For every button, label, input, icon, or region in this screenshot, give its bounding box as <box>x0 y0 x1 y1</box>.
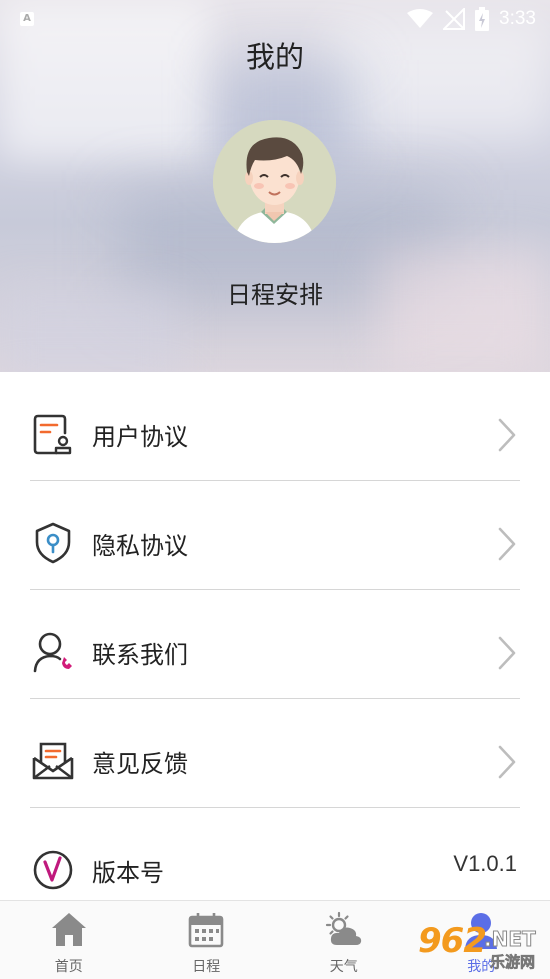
weather-icon <box>325 911 361 945</box>
header-background-blur <box>380 250 550 370</box>
chevron-right-icon <box>498 418 516 452</box>
chevron-right-icon <box>498 527 516 561</box>
privacy-shield-icon <box>35 522 71 564</box>
no-signal-icon <box>443 8 466 30</box>
chevron-right-icon <box>498 636 516 670</box>
tab-weather[interactable]: 天气 <box>275 901 413 979</box>
calendar-icon <box>188 913 224 948</box>
home-icon <box>51 913 86 946</box>
watermark-number: 962 <box>418 921 487 961</box>
status-bar: A 3:33 <box>0 0 550 38</box>
battery-charging-icon <box>475 7 490 31</box>
tab-label: 首页 <box>54 959 83 975</box>
settings-menu: 用户协议 隐私协议 联系我们 意见反馈 版本号 V1.0.1 <box>0 372 550 917</box>
app-screen: A 3:33 我的 日程安排 用户协议 隐私协议 联系我们 意见反馈 版本号 V… <box>0 0 550 979</box>
page-title: 我的 <box>245 40 304 74</box>
contact-user-icon <box>33 632 72 673</box>
watermark-sub: 乐游网 <box>490 953 536 972</box>
user-agreement-icon <box>33 414 72 455</box>
menu-item-label: 隐私协议 <box>92 532 188 560</box>
user-name: 日程安排 <box>227 281 323 309</box>
menu-item-feedback[interactable]: 意见反馈 <box>0 699 550 808</box>
status-time: 3:33 <box>499 8 536 29</box>
menu-item-label: 用户协议 <box>92 423 188 451</box>
menu-item-user-agreement[interactable]: 用户协议 <box>0 372 550 481</box>
version-value: V1.0.1 <box>453 851 517 876</box>
feedback-mail-icon <box>32 742 74 780</box>
tab-schedule[interactable]: 日程 <box>138 901 276 979</box>
menu-item-label: 意见反馈 <box>92 750 188 778</box>
version-logo-icon <box>33 850 73 890</box>
menu-item-label: 联系我们 <box>92 641 188 669</box>
tab-home[interactable]: 首页 <box>0 901 138 979</box>
watermark-logo: 962 .NET 乐游网 <box>414 921 544 973</box>
bottom-tab-bar: 首页 日程 天气 我的 962 .NET 乐游网 <box>0 900 550 979</box>
status-badge: A <box>20 12 34 26</box>
watermark-domain: .NET <box>484 927 537 952</box>
tab-label: 日程 <box>192 959 221 975</box>
user-avatar-illustration-icon <box>213 120 336 243</box>
status-icons: 3:33 <box>407 6 536 32</box>
menu-item-privacy-agreement[interactable]: 隐私协议 <box>0 481 550 590</box>
tab-label: 天气 <box>329 959 358 975</box>
chevron-right-icon <box>498 745 516 779</box>
avatar[interactable] <box>213 120 336 243</box>
menu-item-label: 版本号 <box>92 859 164 887</box>
profile-header: A 3:33 我的 日程安排 <box>0 0 550 372</box>
wifi-icon <box>407 9 434 28</box>
menu-item-contact-us[interactable]: 联系我们 <box>0 590 550 699</box>
